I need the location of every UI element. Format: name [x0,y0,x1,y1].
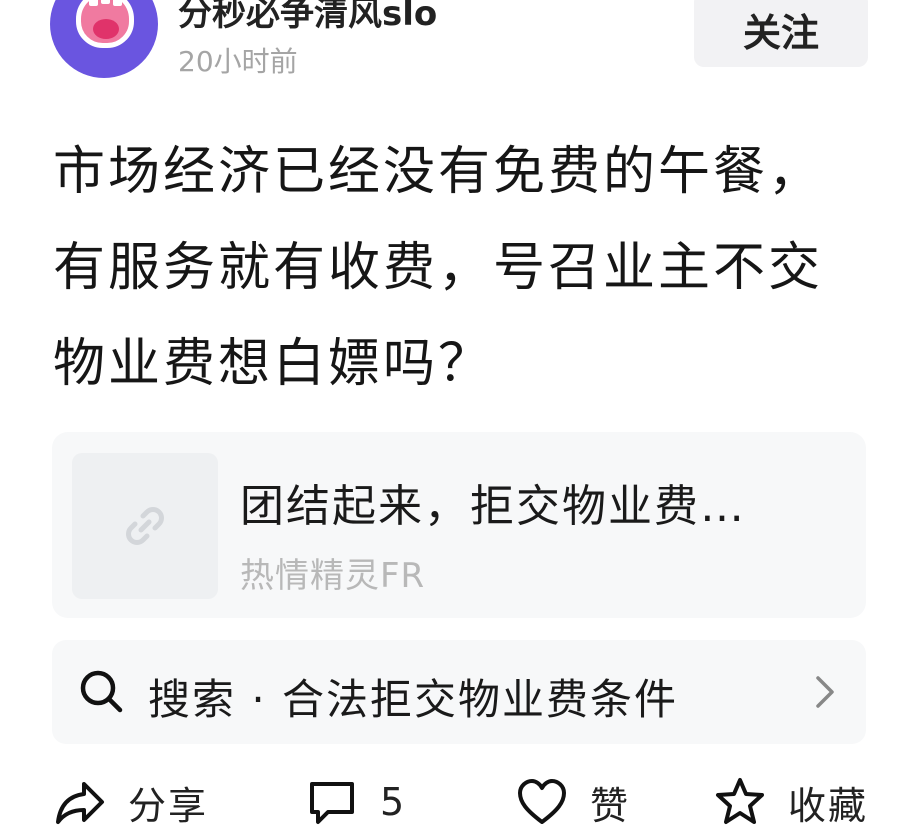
favorite-button[interactable]: 收藏 [714,774,868,826]
favorite-label: 收藏 [788,783,869,826]
share-button[interactable]: 分享 [54,774,208,826]
star-icon [716,778,764,824]
follow-button[interactable]: 关注 [694,0,868,67]
link-thumbnail [72,453,218,599]
related-search-bar[interactable]: 搜索 · 合法拒交物业费条件 [52,640,866,744]
avatar-mouth [76,0,134,48]
share-icon [56,782,104,824]
avatar[interactable] [50,0,158,78]
post-time: 20小时前 [178,45,298,78]
post-body-text: 市场经济已经没有免费的午餐，有服务就有收费，号召业主不交物业费想白嫖吗？ [53,142,824,394]
link-icon [126,507,164,545]
post-header: 分秒必争清风slo 20小时前 关注 [0,0,918,100]
link-card[interactable]: 团结起来，拒交物业费… 热情精灵FR [52,432,866,618]
heart-icon [518,779,566,824]
like-label: 赞 [590,783,631,826]
search-icon [80,670,123,713]
author-name[interactable]: 分秒必争清风slo [178,0,437,35]
action-bar: 分享 5 赞 收藏 [0,760,918,826]
comment-count: 5 [380,780,407,824]
share-label: 分享 [128,783,209,826]
link-card-author: 热情精灵FR [240,556,426,596]
like-button[interactable]: 赞 [516,774,630,826]
comment-icon [310,782,354,824]
link-card-title: 团结起来，拒交物业费… [240,481,746,532]
search-suggestion-text: 搜索 · 合法拒交物业费条件 [148,675,679,724]
comment-button[interactable]: 5 [306,774,406,826]
chevron-right-icon [816,676,834,708]
